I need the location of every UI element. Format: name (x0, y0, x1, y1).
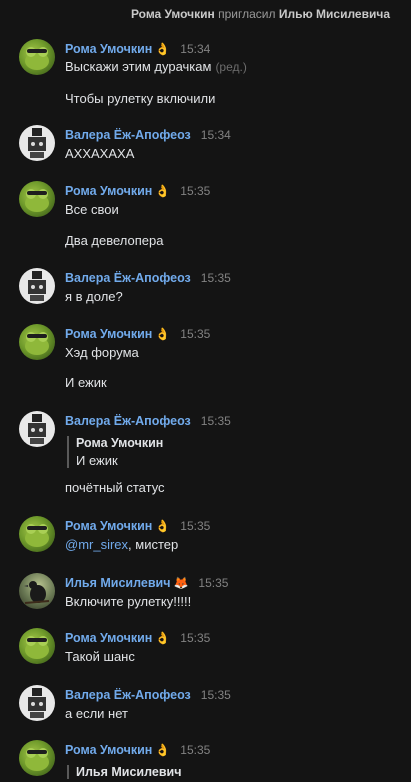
avatar[interactable] (19, 181, 55, 217)
message-text: Такой шанс (65, 649, 135, 664)
frog-icon (25, 189, 49, 212)
author-name[interactable]: Валера Ёж-Апофеоз (65, 688, 191, 702)
ok-hand-icon: 👌 (155, 631, 171, 645)
message-text: я в доле? (65, 289, 123, 304)
timestamp[interactable]: 15:35 (180, 743, 210, 757)
message-text: Чтобы рулетку включили (65, 91, 216, 106)
ok-hand-icon: 👌 (155, 743, 171, 757)
robot-icon (28, 414, 46, 444)
avatar[interactable] (19, 125, 55, 161)
robot-icon (28, 128, 46, 158)
robot-icon (28, 271, 46, 301)
message-text: @mr_sirex, мистер (65, 537, 179, 552)
reply-quote[interactable]: Илья Мисилевич (67, 765, 181, 779)
message-header: Рома Умочкин 👌 15:35 (65, 326, 210, 341)
system-target[interactable]: Илью Мисилевича (279, 7, 390, 21)
system-action: пригласил (218, 7, 276, 21)
timestamp[interactable]: 15:35 (201, 271, 231, 285)
ok-hand-icon: 👌 (155, 519, 171, 533)
fox-icon: 🦊 (173, 576, 189, 590)
author-name[interactable]: Рома Умочкин (65, 327, 152, 341)
ok-hand-icon: 👌 (155, 327, 171, 341)
message-header: Валера Ёж-Апофеоз 15:35 (65, 687, 231, 702)
avatar[interactable] (19, 740, 55, 776)
ok-hand-icon: 👌 (155, 184, 171, 198)
message-text: Хэд форума (65, 345, 139, 360)
avatar[interactable] (19, 628, 55, 664)
timestamp[interactable]: 15:35 (201, 688, 231, 702)
timestamp[interactable]: 15:35 (180, 631, 210, 645)
timestamp[interactable]: 15:34 (180, 42, 210, 56)
bird-icon (24, 581, 50, 604)
author-name[interactable]: Рома Умочкин (65, 42, 152, 56)
message-text: АХХАХАХА (65, 146, 135, 161)
message-header: Валера Ёж-Апофеоз 15:35 (65, 413, 231, 428)
message-header: Рома Умочкин 👌 15:35 (65, 742, 210, 757)
message-header: Валера Ёж-Апофеоз 15:34 (65, 127, 231, 142)
avatar[interactable] (19, 573, 55, 609)
author-name[interactable]: Рома Умочкин (65, 519, 152, 533)
frog-icon (25, 748, 49, 771)
message-header: Валера Ёж-Апофеоз 15:35 (65, 270, 231, 285)
quote-text: И ежик (76, 453, 118, 468)
message-text: Два девелопера (65, 233, 164, 248)
frog-icon (25, 524, 49, 547)
timestamp[interactable]: 15:35 (198, 576, 228, 590)
message-text: Все свои (65, 202, 119, 217)
system-message: Рома Умочкин пригласил Илью Мисилевича (131, 7, 390, 21)
message-text: И ежик (65, 375, 107, 390)
system-actor[interactable]: Рома Умочкин (131, 7, 215, 21)
message-header: Рома Умочкин 👌 15:35 (65, 183, 210, 198)
author-name[interactable]: Рома Умочкин (65, 743, 152, 757)
ok-hand-icon: 👌 (155, 42, 171, 56)
timestamp[interactable]: 15:34 (201, 128, 231, 142)
frog-icon (25, 332, 49, 355)
avatar[interactable] (19, 39, 55, 75)
message-text: а если нет (65, 706, 128, 721)
message-text: Включите рулетку!!!!! (65, 594, 192, 609)
avatar[interactable] (19, 685, 55, 721)
message-header: Рома Умочкин 👌 15:35 (65, 630, 210, 645)
avatar[interactable] (19, 516, 55, 552)
message-header: Рома Умочкин 👌 15:35 (65, 518, 210, 533)
timestamp[interactable]: 15:35 (180, 327, 210, 341)
timestamp[interactable]: 15:35 (201, 414, 231, 428)
message-text: почётный статус (65, 480, 165, 495)
edited-label: (ред.) (215, 60, 247, 74)
quote-author: Рома Умочкин (76, 436, 164, 450)
author-name[interactable]: Валера Ёж-Апофеоз (65, 271, 191, 285)
quote-author: Илья Мисилевич (76, 765, 182, 779)
author-name[interactable]: Илья Мисилевич (65, 576, 170, 590)
frog-icon (25, 636, 49, 659)
timestamp[interactable]: 15:35 (180, 184, 210, 198)
timestamp[interactable]: 15:35 (180, 519, 210, 533)
mention-link[interactable]: @mr_sirex (65, 537, 128, 552)
reply-quote[interactable]: Рома Умочкин И ежик (67, 436, 163, 468)
author-name[interactable]: Рома Умочкин (65, 631, 152, 645)
avatar[interactable] (19, 411, 55, 447)
avatar[interactable] (19, 324, 55, 360)
author-name[interactable]: Рома Умочкин (65, 184, 152, 198)
message-header: Рома Умочкин 👌 15:34 (65, 41, 210, 56)
robot-icon (28, 688, 46, 718)
author-name[interactable]: Валера Ёж-Апофеоз (65, 128, 191, 142)
message-header: Илья Мисилевич 🦊 15:35 (65, 575, 228, 590)
author-name[interactable]: Валера Ёж-Апофеоз (65, 414, 191, 428)
avatar[interactable] (19, 268, 55, 304)
frog-icon (25, 47, 49, 70)
message-text: Выскажи этим дурачкам (ред.) (65, 59, 247, 74)
